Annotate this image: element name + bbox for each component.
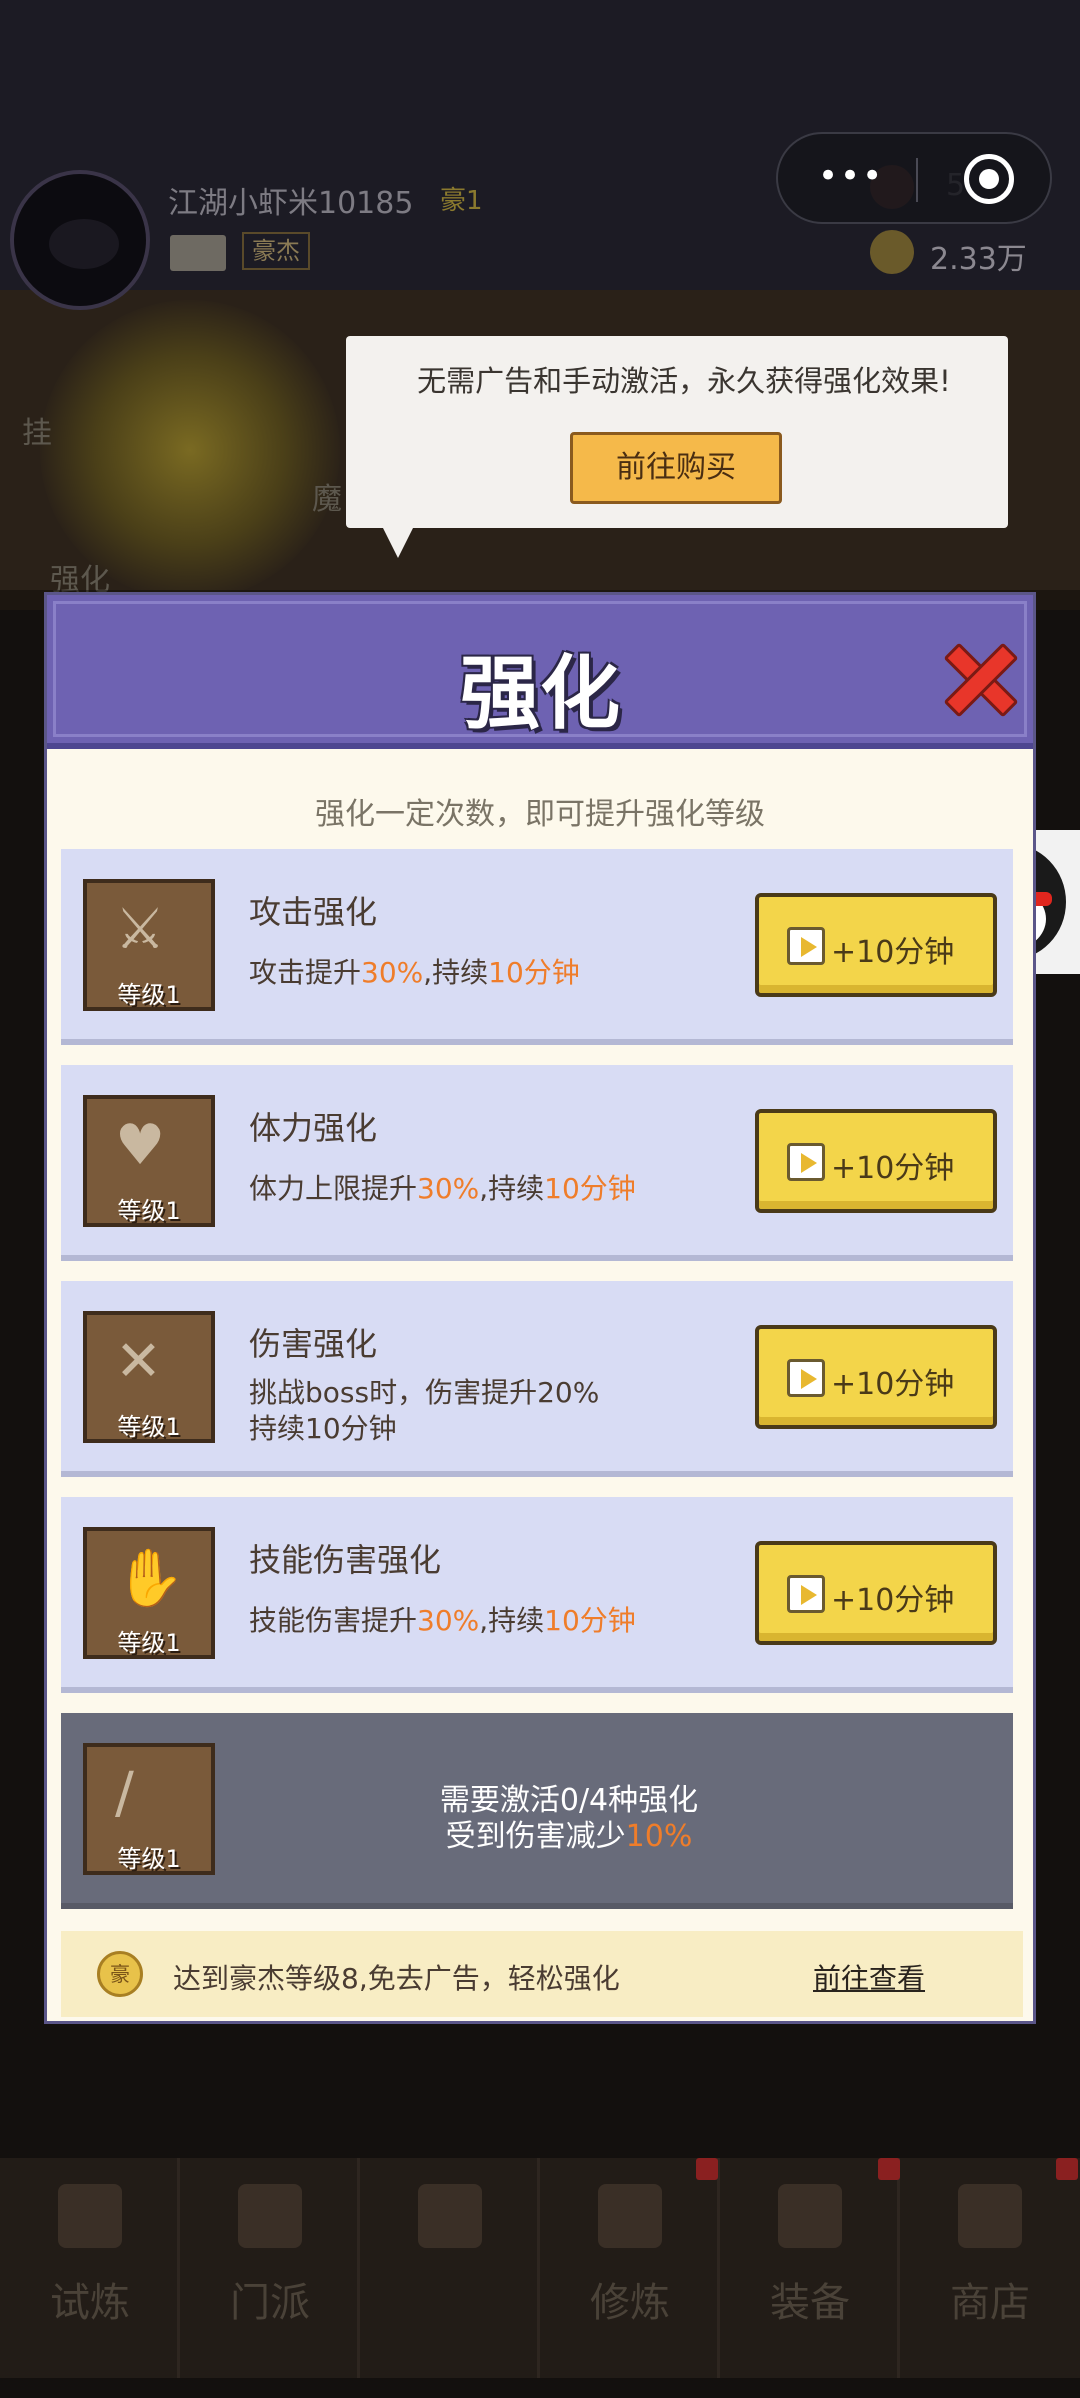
nav-cultivate[interactable]: 修炼: [540, 2158, 720, 2378]
row-title: 攻击强化: [249, 893, 378, 931]
nav-label: 试炼: [50, 2280, 130, 2326]
coin-icon: [870, 230, 914, 274]
row-description: 体力上限提升30%,持续10分钟: [249, 1172, 636, 1205]
watch-ad-label: +10分钟: [831, 935, 955, 970]
side-label-demon: 魔: [312, 482, 342, 517]
nav-label: 修炼: [590, 2280, 670, 2326]
locked-requirement: 需要激活0/4种强化 受到伤害减少10%: [249, 1783, 889, 1855]
shop-icon: [958, 2184, 1022, 2248]
attack-icon: ⚔ 等级1: [83, 879, 215, 1011]
skill-damage-icon: ✋ 等级1: [83, 1527, 215, 1659]
row-description: 攻击提升30%,持续10分钟: [249, 956, 580, 989]
watch-ad-button[interactable]: +10分钟: [755, 1325, 997, 1429]
row-title: 伤害强化: [249, 1325, 378, 1363]
tooltip-tail: [380, 522, 416, 558]
vip-footer: 豪 达到豪杰等级8,免去广告，轻松强化 前往查看: [61, 1931, 1023, 2017]
row-description: 技能伤害提升30%,持续10分钟: [249, 1604, 636, 1637]
nav-equipment[interactable]: 装备: [720, 2158, 900, 2378]
ninja-icon: [58, 2184, 122, 2248]
defense-icon: / 等级1: [83, 1743, 215, 1875]
sword-icon: ⚔: [115, 897, 166, 962]
watch-ad-label: +10分钟: [831, 1367, 955, 1402]
strengthen-row-stamina: ♥ 等级1 体力强化 体力上限提升30%,持续10分钟 +10分钟: [61, 1065, 1013, 1261]
play-video-icon: [787, 927, 825, 965]
strengthen-row-skill-damage: ✋ 等级1 技能伤害强化 技能伤害提升30%,持续10分钟 +10分钟: [61, 1497, 1013, 1693]
watch-ad-label: +10分钟: [831, 1583, 955, 1618]
lock-icon: [418, 2184, 482, 2248]
nav-locked[interactable]: [360, 2158, 540, 2378]
nav-label: 商店: [950, 2280, 1030, 2326]
mail-icon[interactable]: [170, 235, 226, 271]
side-label-hang[interactable]: 挂: [22, 408, 52, 452]
tooltip-text: 无需广告和手动激活，永久获得强化效果!: [417, 364, 951, 398]
nav-trial[interactable]: 试炼: [0, 2158, 180, 2378]
stamina-icon: ♥ 等级1: [83, 1095, 215, 1227]
crossed-swords-icon: ✕: [115, 1329, 162, 1394]
more-icon[interactable]: •••: [818, 156, 884, 196]
strengthen-row-attack: ⚔ 等级1 攻击强化 攻击提升30%,持续10分钟 +10分钟: [61, 849, 1013, 1045]
close-button[interactable]: [937, 637, 1021, 721]
medal-icon: 豪: [97, 1951, 143, 1997]
level-label: 等级1: [117, 981, 181, 1009]
play-video-icon: [787, 1143, 825, 1181]
footer-message: 达到豪杰等级8,免去广告，轻松强化: [173, 1962, 620, 1995]
modal-header: 强化: [47, 595, 1033, 749]
close-miniprogram-dot: [979, 169, 999, 189]
fist-icon: ✋: [115, 1546, 185, 1611]
level-label: 等级1: [117, 1413, 181, 1441]
go-buy-button[interactable]: 前往购买: [570, 432, 782, 504]
notification-dot: [696, 2158, 718, 2180]
avatar-face: [49, 219, 119, 269]
view-details-link[interactable]: 前往查看: [813, 1957, 925, 1997]
locked-line-2: 受到伤害减少10%: [445, 1819, 693, 1854]
nav-label: 门派: [230, 2280, 310, 2326]
nav-shop[interactable]: 商店: [900, 2158, 1080, 2378]
player-name: 江湖小虾米10185: [168, 186, 414, 221]
bottom-nav: 试炼 门派 修炼 装备 商店: [0, 2158, 1080, 2378]
coin-value: 2.33万: [930, 242, 1027, 277]
blade-icon: /: [115, 1761, 134, 1826]
watch-ad-label: +10分钟: [831, 1151, 955, 1186]
capsule-separator: [916, 158, 918, 202]
book-icon: [598, 2184, 662, 2248]
nav-label: 装备: [770, 2280, 850, 2326]
level-label: 等级1: [117, 1197, 181, 1225]
nav-sect[interactable]: 门派: [180, 2158, 360, 2378]
strengthen-row-defense-locked: / 等级1 需要激活0/4种强化 受到伤害减少10%: [61, 1713, 1013, 1909]
rank-tag: 豪杰: [242, 232, 310, 270]
watch-ad-button[interactable]: +10分钟: [755, 1109, 997, 1213]
strengthen-modal: 强化 强化一定次数，即可提升强化等级 ⚔ 等级1 攻击强化 攻击提升30%,持续…: [44, 592, 1036, 2024]
sword-nav-icon: [778, 2184, 842, 2248]
notification-dot: [878, 2158, 900, 2180]
player-avatar[interactable]: [10, 170, 150, 310]
row-description: 挑战boss时，伤害提升20% 持续10分钟: [249, 1376, 600, 1445]
play-video-icon: [787, 1359, 825, 1397]
play-video-icon: [787, 1575, 825, 1613]
vip-badge: 豪1: [440, 186, 483, 216]
level-label: 等级1: [117, 1629, 181, 1657]
row-title: 体力强化: [249, 1109, 378, 1147]
modal-subtitle: 强化一定次数，即可提升强化等级: [315, 797, 765, 832]
watch-ad-button[interactable]: +10分钟: [755, 893, 997, 997]
locked-line-1: 需要激活0/4种强化: [439, 1783, 699, 1818]
level-label: 等级1: [117, 1845, 181, 1873]
watch-ad-button[interactable]: +10分钟: [755, 1541, 997, 1645]
heart-icon: ♥: [115, 1113, 166, 1178]
strengthen-row-damage: ✕ 等级1 伤害强化 挑战boss时，伤害提升20% 持续10分钟 +10分钟: [61, 1281, 1013, 1477]
damage-icon: ✕ 等级1: [83, 1311, 215, 1443]
temple-icon: [238, 2184, 302, 2248]
notification-dot: [1056, 2158, 1078, 2180]
modal-title: 强化: [460, 647, 620, 740]
row-title: 技能伤害强化: [249, 1541, 442, 1579]
